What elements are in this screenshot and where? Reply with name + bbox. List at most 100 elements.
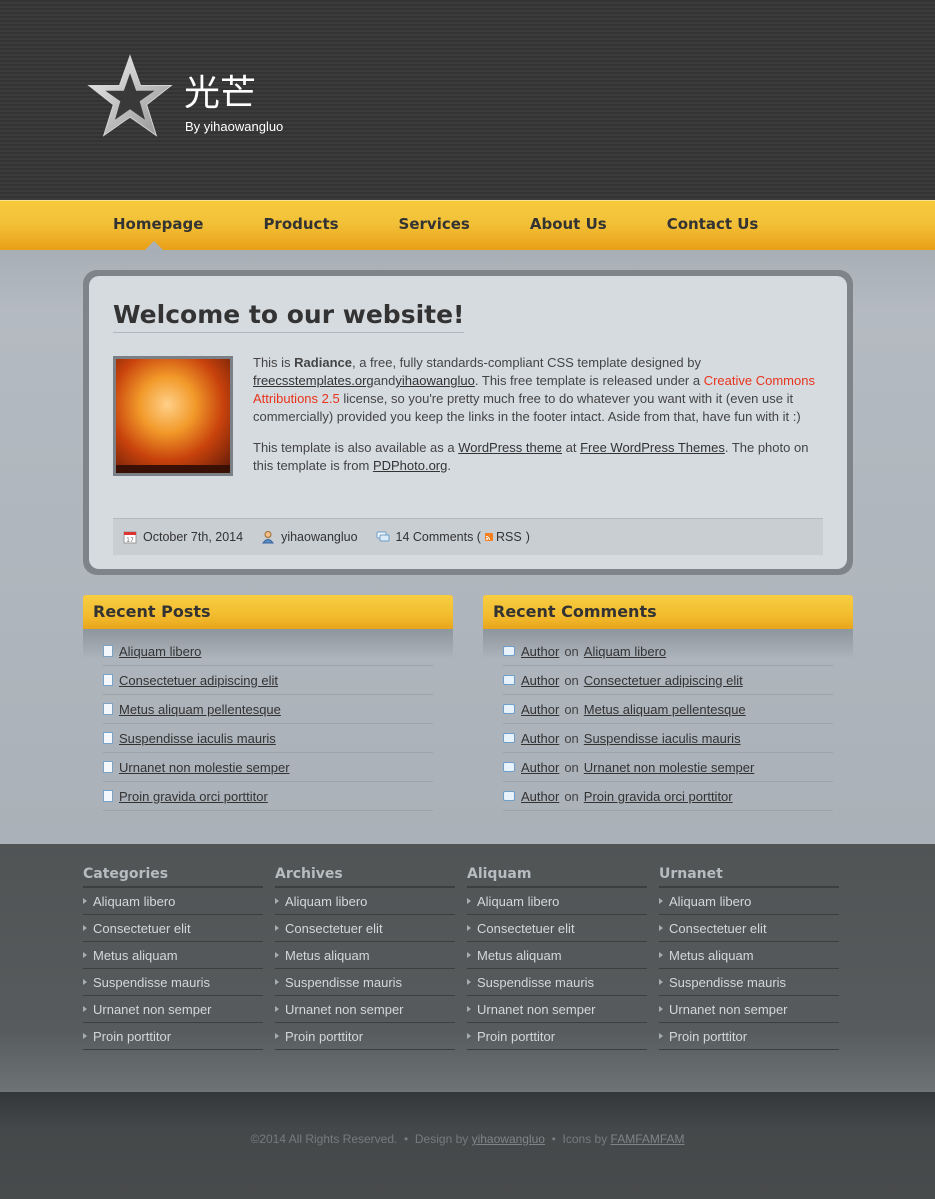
list-item[interactable]: Aliquam libero [467,888,647,915]
post-text-bold: Radiance [294,355,352,370]
list-item[interactable]: Suspendisse mauris [467,969,647,996]
footer-link[interactable]: Proin porttitor [477,1029,555,1044]
list-item[interactable]: Proin porttitor [83,1023,263,1050]
menu-services[interactable]: Services [399,215,470,233]
list-item[interactable]: Suspendisse mauris [659,969,839,996]
comment-author-link[interactable]: Author [521,644,559,659]
rss-icon [484,533,493,541]
comment-post-link[interactable]: Aliquam libero [584,644,666,659]
list-item[interactable]: Urnanet non semper [275,996,455,1023]
rss-link[interactable]: RSS [496,530,522,544]
footer-column-categories: Categories Aliquam libero Consectetuer e… [83,866,263,1050]
comment-post-link[interactable]: Proin gravida orci porttitor [584,789,733,804]
arrow-icon [83,925,87,931]
footer-link[interactable]: Metus aliquam [93,948,178,963]
footer-link[interactable]: Aliquam libero [669,894,751,909]
list-item[interactable]: Suspendisse mauris [275,969,455,996]
footer-link[interactable]: Urnanet non semper [93,1002,212,1017]
footer-column-aliquam: Aliquam Aliquam libero Consectetuer elit… [467,866,647,1050]
recent-post-link[interactable]: Proin gravida orci porttitor [119,789,268,804]
comment-author-link[interactable]: Author [521,702,559,717]
pdphoto-link[interactable]: PDPhoto.org [373,458,447,473]
comment-post-link[interactable]: Consectetuer adipiscing elit [584,673,743,688]
icons-credit-link[interactable]: FAMFAMFAM [611,1132,685,1146]
comment-post-link[interactable]: Urnanet non molestie semper [584,760,755,775]
footer-link[interactable]: Consectetuer elit [669,921,767,936]
footer-link[interactable]: Suspendisse mauris [285,975,402,990]
footer-link[interactable]: Metus aliquam [477,948,562,963]
arrow-icon [467,979,471,985]
list-item[interactable]: Proin porttitor [467,1023,647,1050]
design-credit-link[interactable]: yihaowangluo [472,1132,545,1146]
list-item[interactable]: Urnanet non semper [467,996,647,1023]
footer-link[interactable]: Proin porttitor [285,1029,363,1044]
free-wordpress-themes-link[interactable]: Free WordPress Themes [580,440,725,455]
list-item[interactable]: Aliquam libero [659,888,839,915]
list-item[interactable]: Suspendisse mauris [83,969,263,996]
comment-author-link[interactable]: Author [521,760,559,775]
arrow-icon [83,1033,87,1039]
comment-author-link[interactable]: Author [521,673,559,688]
footer-link[interactable]: Consectetuer elit [285,921,383,936]
list-item[interactable]: Metus aliquam [275,942,455,969]
list-item[interactable]: Aliquam libero [83,888,263,915]
footer-link[interactable]: Suspendisse mauris [477,975,594,990]
list-item[interactable]: Urnanet non semper [83,996,263,1023]
arrow-icon [467,925,471,931]
footer-link[interactable]: Aliquam libero [93,894,175,909]
menu-products[interactable]: Products [263,215,338,233]
list-item[interactable]: Consectetuer elit [83,915,263,942]
yihaowangluo-link[interactable]: yihaowangluo [395,373,475,388]
footer-link[interactable]: Metus aliquam [669,948,754,963]
arrow-icon [83,898,87,904]
list-item[interactable]: Proin porttitor [659,1023,839,1050]
list-item: Urnanet non molestie semper [103,753,433,782]
recent-post-link[interactable]: Urnanet non molestie semper [119,760,290,775]
footer-link[interactable]: Urnanet non semper [477,1002,596,1017]
arrow-icon [659,898,663,904]
recent-post-link[interactable]: Suspendisse iaculis mauris [119,731,276,746]
menu-contact-us[interactable]: Contact Us [667,215,759,233]
comment-author-link[interactable]: Author [521,731,559,746]
comment-author-link[interactable]: Author [521,789,559,804]
post-text: . [447,458,451,473]
footer-link[interactable]: Suspendisse mauris [93,975,210,990]
footer-link[interactable]: Aliquam libero [477,894,559,909]
copyright: ©2014 All Rights Reserved. • Design by y… [0,1132,935,1146]
page-icon [103,703,113,715]
list-item[interactable]: Proin porttitor [275,1023,455,1050]
arrow-icon [659,952,663,958]
footer-link[interactable]: Proin porttitor [93,1029,171,1044]
footer-link[interactable]: Aliquam libero [285,894,367,909]
footer-link[interactable]: Metus aliquam [285,948,370,963]
comment-post-link[interactable]: Suspendisse iaculis mauris [584,731,741,746]
menu-homepage[interactable]: Homepage [113,215,203,233]
recent-post-link[interactable]: Aliquam libero [119,644,201,659]
menu-about-us[interactable]: About Us [530,215,607,233]
footer-link[interactable]: Proin porttitor [669,1029,747,1044]
list-item[interactable]: Metus aliquam [659,942,839,969]
freecsstemplates-link[interactable]: freecsstemplates.org [253,373,374,388]
post-title[interactable]: Welcome to our website! [113,300,465,333]
site-title[interactable]: 光芒 [184,72,256,116]
list-item[interactable]: Urnanet non semper [659,996,839,1023]
comments-link[interactable]: 14 Comments ( [396,530,481,544]
recent-post-link[interactable]: Metus aliquam pellentesque [119,702,281,717]
list-item[interactable]: Metus aliquam [467,942,647,969]
wordpress-theme-link[interactable]: WordPress theme [458,440,562,455]
list-item[interactable]: Consectetuer elit [275,915,455,942]
recent-post-link[interactable]: Consectetuer adipiscing elit [119,673,278,688]
arrow-icon [83,952,87,958]
footer-link[interactable]: Consectetuer elit [477,921,575,936]
comment-post-link[interactable]: Metus aliquam pellentesque [584,702,746,717]
list-item[interactable]: Consectetuer elit [659,915,839,942]
calendar-icon: 17 [123,531,137,544]
footer-link[interactable]: Consectetuer elit [93,921,191,936]
footer-link[interactable]: Urnanet non semper [285,1002,404,1017]
page-icon [103,674,113,686]
list-item[interactable]: Metus aliquam [83,942,263,969]
list-item[interactable]: Consectetuer elit [467,915,647,942]
footer-link[interactable]: Suspendisse mauris [669,975,786,990]
footer-link[interactable]: Urnanet non semper [669,1002,788,1017]
list-item[interactable]: Aliquam libero [275,888,455,915]
